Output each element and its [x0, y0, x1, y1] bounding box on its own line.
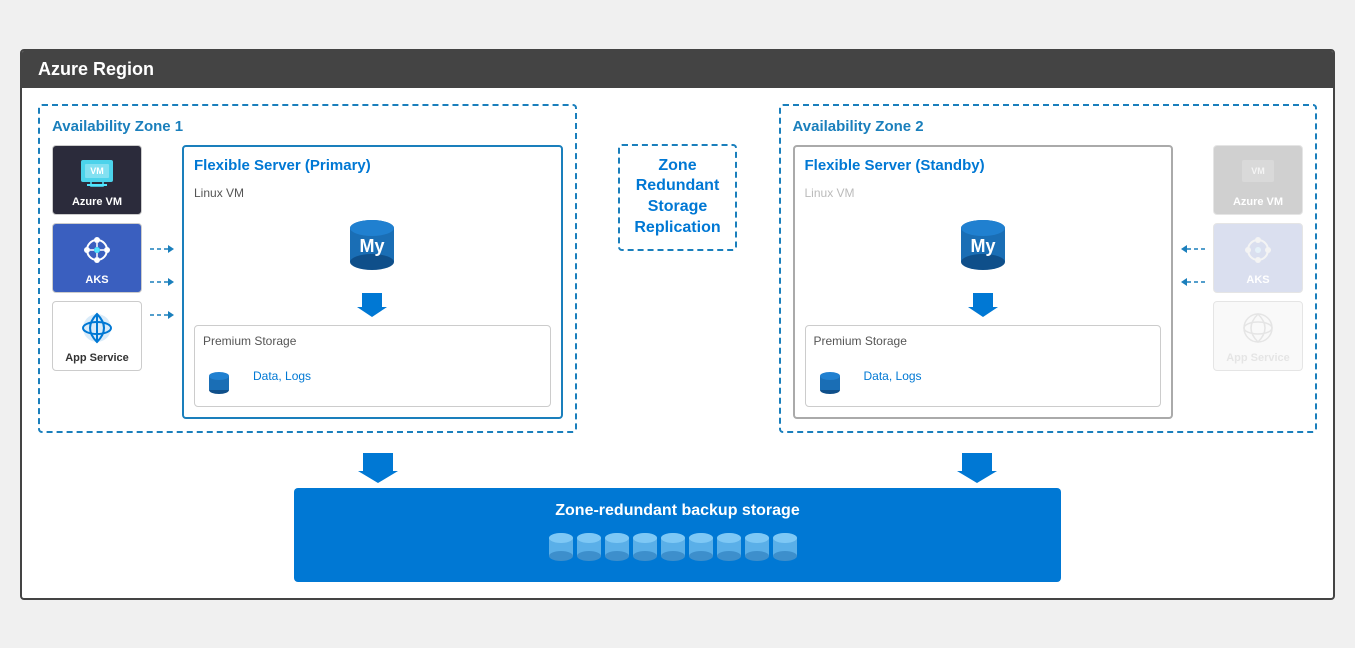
zone2-mysql-icon: My [805, 210, 1162, 285]
zone2-storage-box: Premium Storage Data, [805, 325, 1162, 407]
azure-vm-icon: VM [77, 152, 117, 192]
zrs-label: Zone Redundant Storage Replication [618, 144, 736, 251]
flex-server-standby: Flexible Server (Standby) Linux VM [793, 145, 1174, 419]
appservice-icon [77, 308, 117, 348]
zone1-storage-icon [203, 354, 247, 398]
zone2-storage-title: Premium Storage [814, 334, 1153, 348]
zone2-appservice-icon [1238, 308, 1278, 348]
zone2-vm-label: Azure VM [1233, 196, 1283, 208]
zone1-vm-label: Azure VM [72, 196, 122, 208]
zone1-data-logs: Data, Logs [253, 369, 311, 383]
zone1-storage-box: Premium Storage [194, 325, 551, 407]
zone1-appservice-label: App Service [65, 352, 129, 364]
zone2-backup-arrow [957, 453, 997, 488]
zone2-label: Availability Zone 2 [793, 118, 1304, 135]
flex-server-primary: Flexible Server (Primary) Linux VM [182, 145, 563, 419]
zone2-azure-vm-box: VM Azure VM [1213, 145, 1303, 215]
zone2-aks-icon [1238, 230, 1278, 270]
backup-db-icons [547, 528, 807, 568]
zone2-data-logs: Data, Logs [864, 369, 922, 383]
zone1-aks-box: AKS [52, 223, 142, 293]
zone2-down-arrow [805, 293, 1162, 317]
zone2-appservice-box: App Service [1213, 301, 1303, 371]
svg-text:My: My [360, 236, 385, 256]
azure-region-header: Azure Region [22, 51, 1333, 88]
availability-zone-1: Availability Zone 1 [38, 104, 577, 433]
zone2-appservice-label: App Service [1226, 352, 1290, 364]
zone2-aks-label: AKS [1246, 274, 1269, 286]
svg-text:My: My [970, 236, 995, 256]
zone2-linux-vm-label: Linux VM [805, 184, 1162, 202]
zone1-backup-arrow [358, 453, 398, 488]
zone1-storage-title: Premium Storage [203, 334, 542, 348]
zone2-azure-vm-icon: VM [1238, 152, 1278, 192]
availability-zone-2: Availability Zone 2 Flexible Server (Sta… [779, 104, 1318, 433]
zone1-label: Availability Zone 1 [52, 118, 563, 135]
zone2-aks-box: AKS [1213, 223, 1303, 293]
zone1-azure-vm-box: VM Azure VM [52, 145, 142, 215]
backup-storage-bar: Zone-redundant backup storage [294, 488, 1061, 582]
backup-label: Zone-redundant backup storage [555, 502, 799, 520]
svg-text:VM: VM [90, 166, 104, 176]
flex-server-standby-title: Flexible Server (Standby) [805, 157, 1162, 174]
azure-region-title: Azure Region [38, 59, 154, 79]
azure-region-container: Azure Region Availability Zone 1 [20, 49, 1335, 600]
aks-icon [77, 230, 117, 270]
flex-server-primary-title: Flexible Server (Primary) [194, 157, 551, 174]
zone2-storage-icon [814, 354, 858, 398]
svg-text:VM: VM [1251, 166, 1265, 176]
zone1-down-arrow [194, 293, 551, 317]
zone1-appservice-box: App Service [52, 301, 142, 371]
zone1-aks-label: AKS [85, 274, 108, 286]
zone1-mysql-icon: My [194, 210, 551, 285]
zone1-linux-vm-label: Linux VM [194, 184, 551, 202]
